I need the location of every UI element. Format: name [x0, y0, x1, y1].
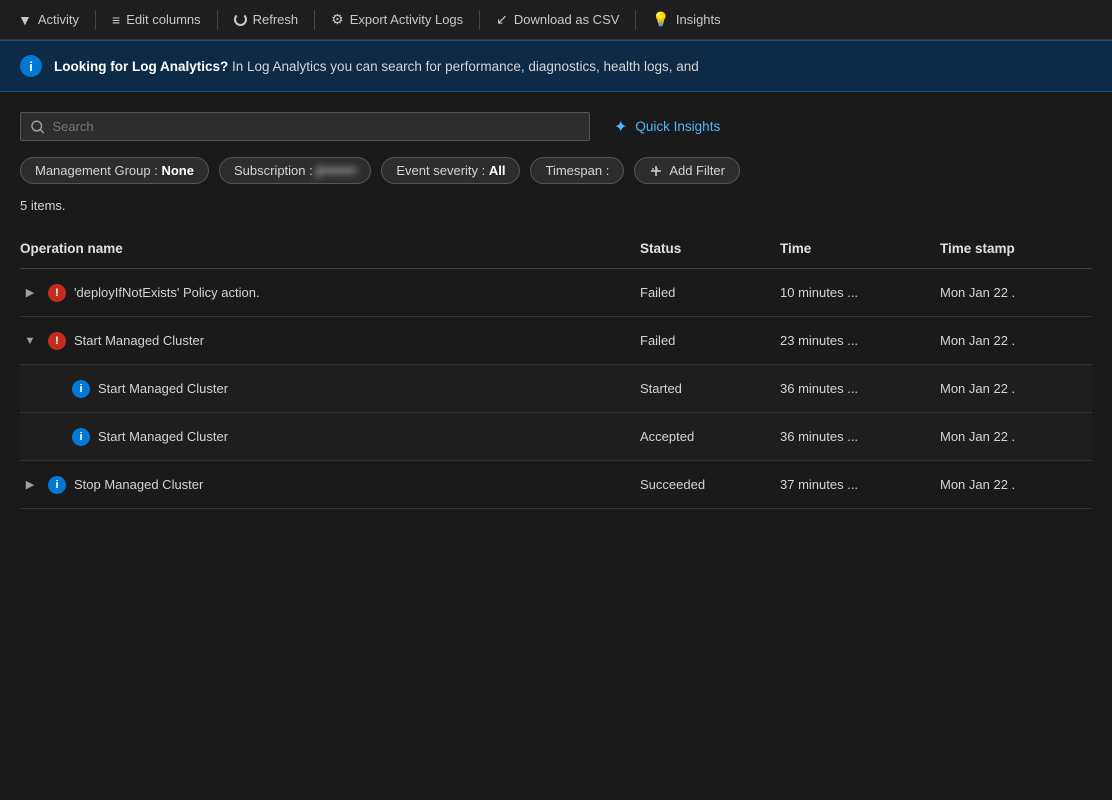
table-row[interactable]: ▶ i Stop Managed Cluster Succeeded 37 mi… [20, 461, 1092, 509]
toolbar-item-refresh[interactable]: Refresh [224, 8, 309, 31]
operation-name-3: Start Managed Cluster [98, 381, 228, 396]
toolbar-item-download-csv[interactable]: ↙ Download as CSV [486, 7, 629, 32]
toolbar-divider-5 [635, 10, 636, 30]
cell-time-3: 36 minutes ... [772, 371, 932, 406]
cell-timestamp-4: Mon Jan 22 . [932, 419, 1092, 454]
cell-time-1: 10 minutes ... [772, 275, 932, 310]
row-expand-icon-2[interactable]: ▼ [20, 331, 40, 351]
status-icon-info-5: i [48, 476, 66, 494]
banner-text: Looking for Log Analytics? In Log Analyt… [54, 59, 699, 74]
toolbar-label-insights: Insights [676, 12, 721, 27]
main-content: ✦ Quick Insights Management Group : None… [0, 92, 1112, 509]
table-row[interactable]: i Start Managed Cluster Started 36 minut… [20, 365, 1092, 413]
cell-operation-4: i Start Managed Cluster [20, 418, 632, 456]
banner-body: In Log Analytics you can search for perf… [228, 59, 699, 74]
refresh-icon [234, 13, 247, 26]
cell-status-3: Started [632, 371, 772, 406]
chevron-down-icon: ▼ [18, 12, 32, 28]
cell-time-4: 36 minutes ... [772, 419, 932, 454]
add-filter-button[interactable]: Add Filter [634, 157, 740, 184]
banner-title: Looking for Log Analytics? [54, 59, 228, 74]
col-header-operation: Operation name [20, 237, 632, 260]
search-row: ✦ Quick Insights [20, 112, 1092, 141]
filter-value-subscription: j•••••••• [316, 163, 356, 178]
filter-pill-event-severity[interactable]: Event severity : All [381, 157, 520, 184]
cell-timestamp-1: Mon Jan 22 . [932, 275, 1092, 310]
activity-table: Operation name Status Time Time stamp ▶ … [20, 229, 1092, 509]
items-count: 5 items. [20, 198, 1092, 213]
cell-operation-5: ▶ i Stop Managed Cluster [20, 465, 632, 505]
table-row[interactable]: ▼ ! Start Managed Cluster Failed 23 minu… [20, 317, 1092, 365]
status-icon-info-4: i [72, 428, 90, 446]
filter-pill-subscription[interactable]: Subscription : j•••••••• [219, 157, 371, 184]
search-box[interactable] [20, 112, 590, 141]
status-icon-info-3: i [72, 380, 90, 398]
toolbar-item-insights[interactable]: 💡 Insights [642, 7, 730, 32]
toolbar-item-edit-columns[interactable]: ≡ Edit columns [102, 8, 211, 32]
filter-pill-management-group[interactable]: Management Group : None [20, 157, 209, 184]
table-header: Operation name Status Time Time stamp [20, 229, 1092, 269]
filter-value-management-group: None [161, 163, 194, 178]
table-row[interactable]: i Start Managed Cluster Accepted 36 minu… [20, 413, 1092, 461]
operation-name-2: Start Managed Cluster [74, 333, 204, 348]
toolbar-item-export[interactable]: ⚙ Export Activity Logs [321, 7, 473, 32]
toolbar-label-export: Export Activity Logs [350, 12, 463, 27]
cell-operation-3: i Start Managed Cluster [20, 370, 632, 408]
operation-name-4: Start Managed Cluster [98, 429, 228, 444]
toolbar-divider-3 [314, 10, 315, 30]
quick-insights-button[interactable]: ✦ Quick Insights [614, 117, 720, 137]
toolbar-divider-2 [217, 10, 218, 30]
toolbar-label-download-csv: Download as CSV [514, 12, 620, 27]
bulb-icon: ✦ [614, 117, 627, 137]
row-expand-icon-1[interactable]: ▶ [20, 283, 40, 303]
status-icon-error-1: ! [48, 284, 66, 302]
col-header-status: Status [632, 237, 772, 260]
quick-insights-label: Quick Insights [635, 119, 720, 134]
cell-status-2: Failed [632, 323, 772, 358]
info-icon: i [20, 55, 42, 77]
toolbar-item-activity[interactable]: ▼ Activity [8, 8, 89, 32]
toolbar-label-activity: Activity [38, 12, 79, 27]
cell-status-4: Accepted [632, 419, 772, 454]
row-expand-icon-5[interactable]: ▶ [20, 475, 40, 495]
gear-icon: ⚙ [331, 11, 344, 28]
toolbar-label-edit-columns: Edit columns [126, 12, 200, 27]
search-input[interactable] [52, 119, 579, 134]
cell-operation-2: ▼ ! Start Managed Cluster [20, 321, 632, 361]
cell-timestamp-5: Mon Jan 22 . [932, 467, 1092, 502]
col-header-time: Time [772, 237, 932, 260]
info-banner: i Looking for Log Analytics? In Log Anal… [0, 40, 1112, 92]
filter-row: Management Group : None Subscription : j… [20, 157, 1092, 184]
toolbar-divider-4 [479, 10, 480, 30]
table-row[interactable]: ▶ ! 'deployIfNotExists' Policy action. F… [20, 269, 1092, 317]
col-header-timestamp: Time stamp [932, 237, 1092, 260]
add-filter-icon [649, 164, 663, 178]
cell-operation-1: ▶ ! 'deployIfNotExists' Policy action. [20, 273, 632, 313]
add-filter-label: Add Filter [669, 163, 725, 178]
cell-timestamp-2: Mon Jan 22 . [932, 323, 1092, 358]
operation-name-5: Stop Managed Cluster [74, 477, 203, 492]
cell-status-5: Succeeded [632, 467, 772, 502]
cell-time-2: 23 minutes ... [772, 323, 932, 358]
search-icon [31, 120, 44, 134]
toolbar: ▼ Activity ≡ Edit columns Refresh ⚙ Expo… [0, 0, 1112, 40]
cell-status-1: Failed [632, 275, 772, 310]
status-icon-error-2: ! [48, 332, 66, 350]
toolbar-divider-1 [95, 10, 96, 30]
cell-time-5: 37 minutes ... [772, 467, 932, 502]
filter-pill-timespan[interactable]: Timespan : [530, 157, 624, 184]
columns-icon: ≡ [112, 12, 120, 28]
toolbar-label-refresh: Refresh [253, 12, 299, 27]
operation-name-1: 'deployIfNotExists' Policy action. [74, 285, 260, 300]
filter-value-event-severity: All [489, 163, 506, 178]
download-icon: ↙ [496, 11, 508, 28]
cell-timestamp-3: Mon Jan 22 . [932, 371, 1092, 406]
insights-icon: 💡 [652, 11, 669, 28]
